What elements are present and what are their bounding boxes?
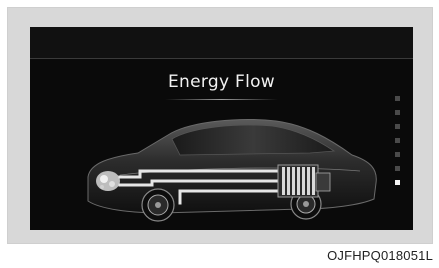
page-dot-active	[395, 180, 400, 185]
hybrid-car-energy-flow-icon	[87, 119, 377, 222]
page-title: Energy Flow	[167, 72, 276, 92]
title-underline	[165, 99, 278, 100]
page-dot	[395, 124, 400, 129]
page-dot	[395, 138, 400, 143]
page-dot	[395, 96, 400, 101]
cluster-display: Energy Flow	[30, 27, 413, 230]
display-top-bar	[30, 27, 413, 59]
page-dot	[395, 166, 400, 171]
page-indicator	[395, 96, 403, 186]
engine-icon	[96, 171, 120, 191]
front-wheel-icon	[141, 188, 175, 222]
figure-code: OJFHPQ018051L	[327, 248, 433, 263]
page-dot	[395, 110, 400, 115]
page-dot	[395, 152, 400, 157]
